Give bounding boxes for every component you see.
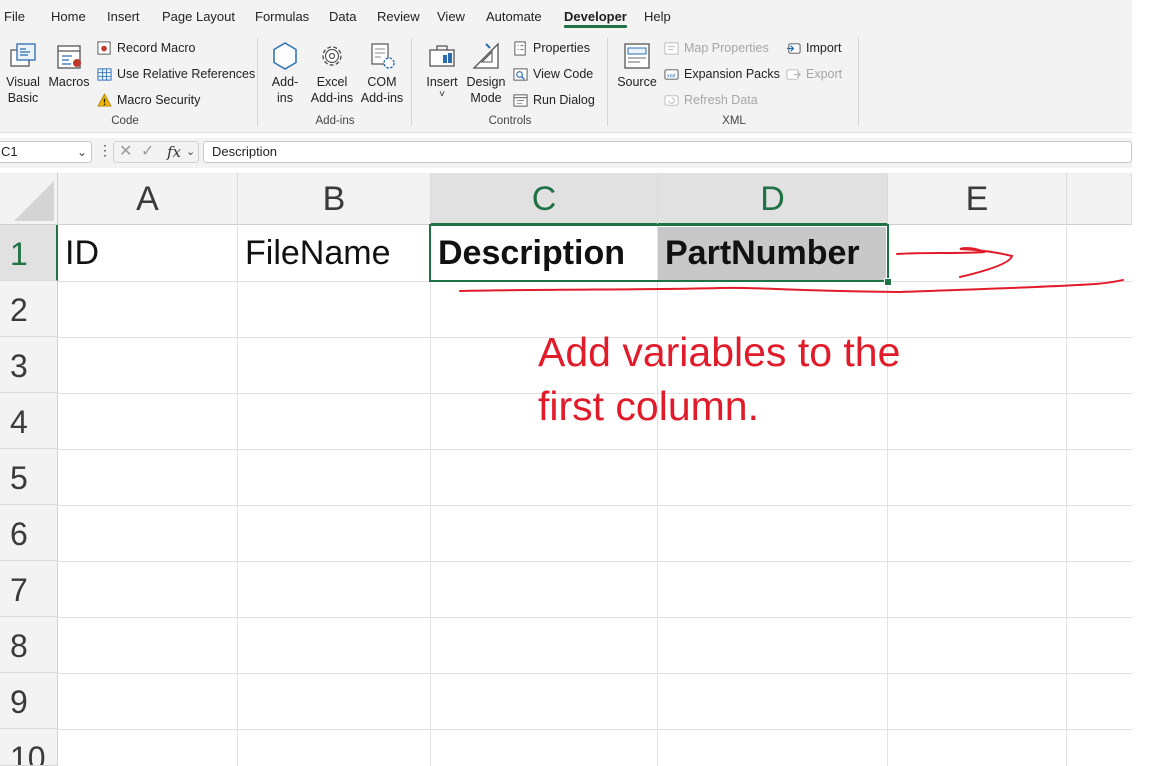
underline-annotation: [459, 279, 1124, 294]
annotation-line-2: first column.: [538, 383, 759, 429]
annotation-note: Add variables to the first column.: [538, 325, 1058, 433]
arrow-annotation: [896, 247, 1014, 278]
annotation-line-1: Add variables to the: [538, 329, 901, 375]
